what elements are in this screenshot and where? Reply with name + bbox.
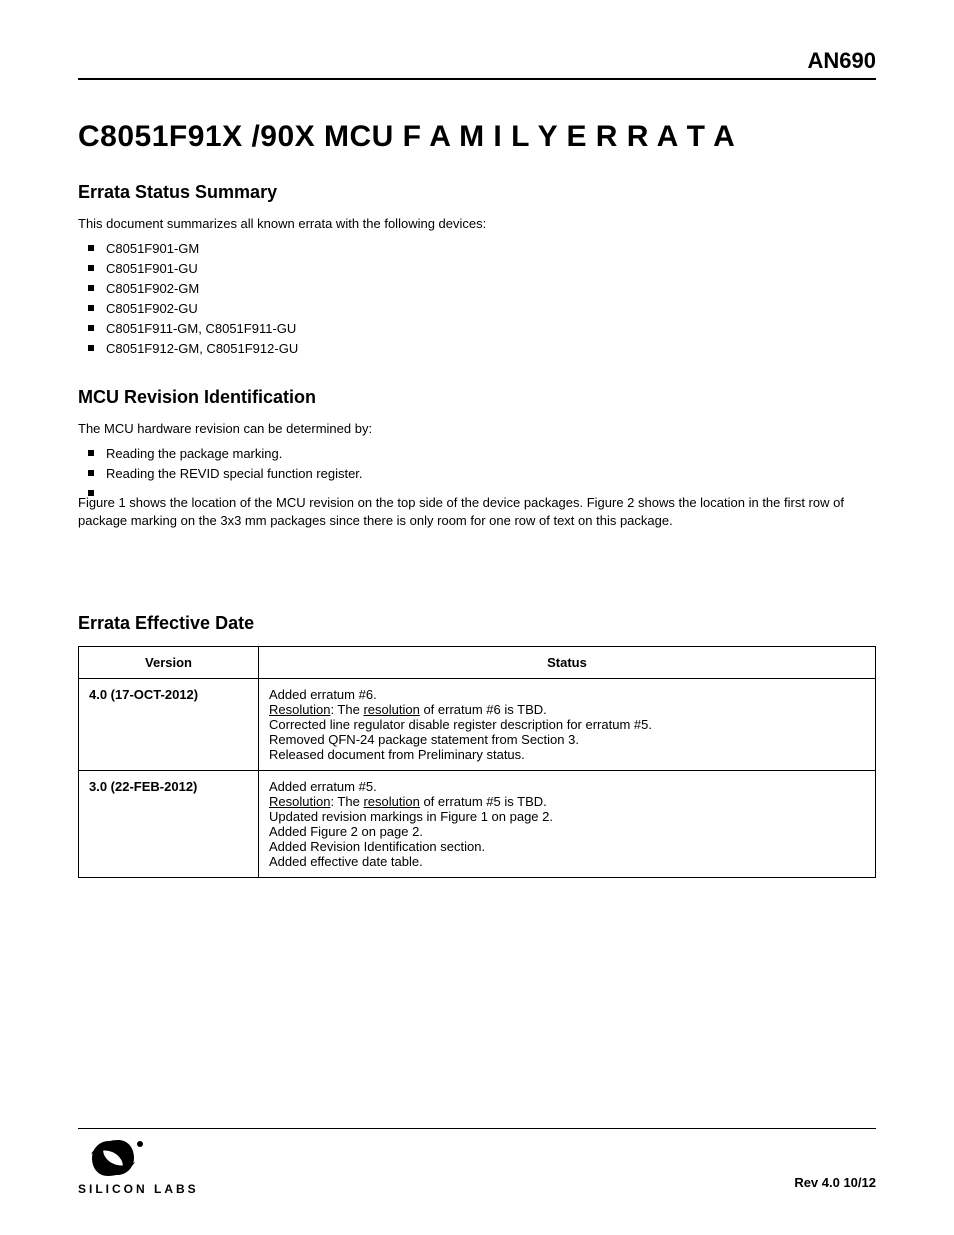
table-row: 4.0 (17-OCT-2012)Added erratum #6.Resolu…	[79, 679, 876, 771]
table-row: 3.0 (22-FEB-2012)Added erratum #5.Resolu…	[79, 771, 876, 878]
table-heading: Errata Effective Date	[78, 613, 876, 634]
footer-rev: Rev 4.0 10/12	[794, 1175, 876, 1190]
list-item: Reading the package marking.	[88, 444, 876, 464]
list-item: Reading the REVID special function regis…	[88, 464, 876, 484]
method-list: Reading the package marking.Reading the …	[88, 444, 876, 484]
revision-para: Figure 1 shows the location of the MCU r…	[78, 494, 876, 529]
col-status: Status	[259, 647, 876, 679]
footer-rule	[78, 1128, 876, 1129]
svg-text:SILICON LABS: SILICON LABS	[78, 1182, 199, 1196]
device-list: C8051F901-GMC8051F901-GUC8051F902-GMC805…	[88, 239, 876, 360]
col-version: Version	[79, 647, 259, 679]
cell-version: 4.0 (17-OCT-2012)	[79, 679, 259, 771]
section-revision-heading: MCU Revision Identification	[78, 387, 876, 408]
errata-table: Version Status 4.0 (17-OCT-2012)Added er…	[78, 646, 876, 878]
revision-intro: The MCU hardware revision can be determi…	[78, 420, 876, 438]
doc-title: C8051F91X /90X MCU F A M I L Y E R R A T…	[78, 120, 876, 154]
list-item: C8051F902-GM	[88, 279, 876, 299]
list-item: C8051F901-GU	[88, 259, 876, 279]
list-item: C8051F911-GM, C8051F911-GU	[88, 319, 876, 339]
cell-status: Added erratum #5.Resolution: The resolut…	[259, 771, 876, 878]
list-item: C8051F902-GU	[88, 299, 876, 319]
silicon-labs-logo: SILICON LABS	[78, 1140, 228, 1196]
list-item: C8051F901-GM	[88, 239, 876, 259]
doc-number: AN690	[808, 48, 876, 74]
section-status-heading: Errata Status Summary	[78, 182, 876, 203]
status-intro: This document summarizes all known errat…	[78, 215, 876, 233]
cell-status: Added erratum #6.Resolution: The resolut…	[259, 679, 876, 771]
cell-version: 3.0 (22-FEB-2012)	[79, 771, 259, 878]
list-item: C8051F912-GM, C8051F912-GU	[88, 339, 876, 359]
top-rule	[78, 78, 876, 80]
